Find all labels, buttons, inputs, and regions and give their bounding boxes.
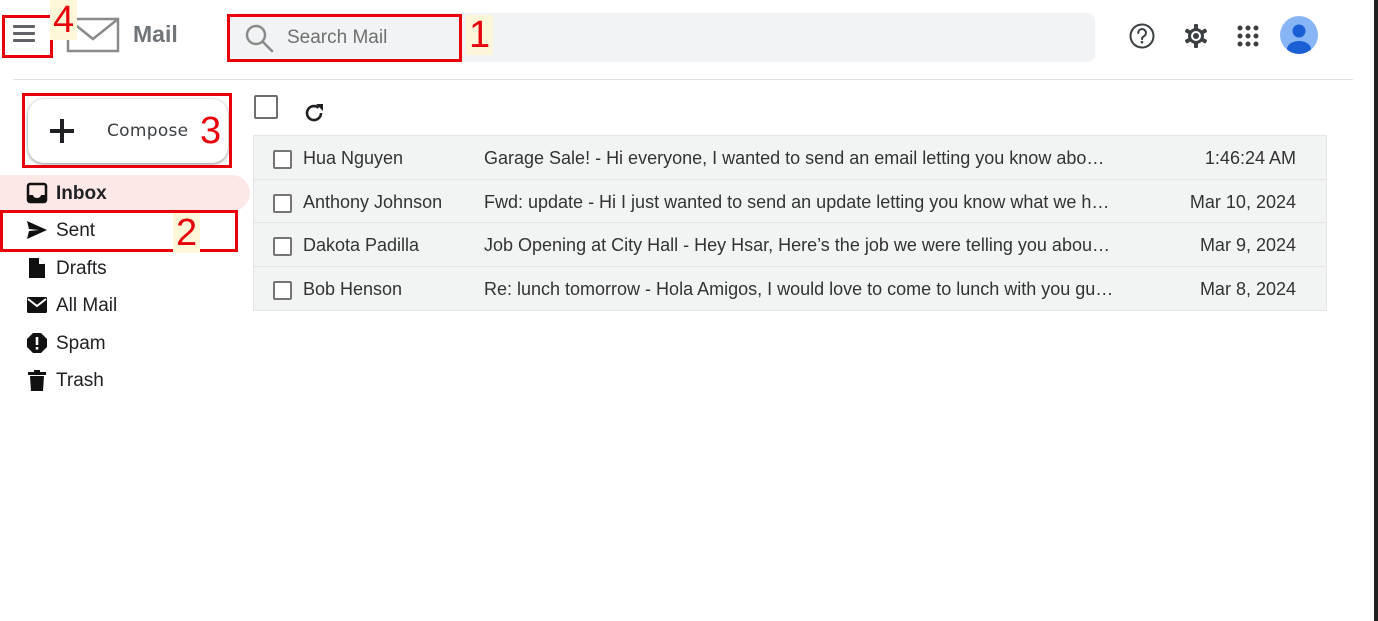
sidebar-item-all-mail[interactable]: All Mail bbox=[0, 287, 250, 323]
row-checkbox[interactable] bbox=[273, 150, 292, 169]
draft-icon bbox=[29, 258, 45, 278]
email-date: Mar 8, 2024 bbox=[1199, 278, 1296, 299]
sidebar-item-spam[interactable]: Spam bbox=[0, 325, 250, 361]
sidebar-item-label: All Mail bbox=[56, 295, 118, 316]
annotation-number-2: 2 bbox=[173, 213, 201, 253]
sidebar-item-inbox[interactable]: Inbox bbox=[0, 175, 250, 211]
email-sender: Anthony Johnson bbox=[303, 191, 443, 212]
email-sender: Bob Henson bbox=[303, 278, 403, 299]
app-title: Mail bbox=[133, 21, 178, 47]
window-edge bbox=[1374, 0, 1378, 621]
email-date: 1:46:24 AM bbox=[1204, 148, 1296, 168]
list-item[interactable]: Anthony Johnson Fwd: update - Hi I just … bbox=[254, 180, 1326, 223]
header-divider bbox=[13, 79, 1353, 80]
sidebar-item-label: Drafts bbox=[56, 258, 107, 279]
sidebar-item-drafts[interactable]: Drafts bbox=[0, 250, 250, 286]
annotation-number-1: 1 bbox=[466, 15, 494, 55]
sidebar-item-label: Trash bbox=[56, 370, 104, 391]
list-item[interactable]: Dakota Padilla Job Opening at City Hall … bbox=[254, 223, 1326, 267]
select-all-checkbox[interactable] bbox=[254, 95, 278, 119]
annotation-box-menu bbox=[2, 15, 53, 58]
annotation-number-4: 4 bbox=[50, 0, 78, 40]
mail-list: Hua Nguyen Garage Sale! - Hi everyone, I… bbox=[253, 135, 1327, 311]
list-item[interactable]: Hua Nguyen Garage Sale! - Hi everyone, I… bbox=[254, 136, 1326, 180]
list-item[interactable]: Bob Henson Re: lunch tomorrow - Hola Ami… bbox=[254, 267, 1326, 311]
avatar[interactable] bbox=[1280, 16, 1318, 54]
refresh-icon[interactable] bbox=[302, 101, 326, 125]
sidebar-item-trash[interactable]: Trash bbox=[0, 362, 250, 398]
annotation-number-3: 3 bbox=[200, 110, 222, 152]
annotation-box-search bbox=[227, 14, 462, 62]
email-subject: Garage Sale! - Hi everyone, I wanted to … bbox=[484, 148, 1114, 168]
email-date: Mar 9, 2024 bbox=[1199, 235, 1296, 255]
sidebar-item-label: Spam bbox=[56, 333, 106, 354]
gear-icon[interactable] bbox=[1180, 20, 1212, 52]
annotation-box-sent bbox=[0, 210, 238, 252]
inbox-icon bbox=[26, 182, 48, 204]
help-icon[interactable] bbox=[1126, 20, 1158, 52]
email-date: Mar 10, 2024 bbox=[1189, 191, 1296, 212]
row-checkbox[interactable] bbox=[273, 280, 292, 300]
apps-icon[interactable] bbox=[1232, 20, 1264, 52]
email-subject: Re: lunch tomorrow - Hola Amigos, I woul… bbox=[484, 278, 1114, 299]
envelope-icon bbox=[27, 297, 47, 313]
row-checkbox[interactable] bbox=[273, 193, 292, 213]
row-checkbox[interactable] bbox=[273, 237, 292, 256]
email-sender: Dakota Padilla bbox=[303, 235, 420, 255]
email-subject: Fwd: update - Hi I just wanted to send a… bbox=[484, 191, 1114, 212]
sidebar-item-label: Inbox bbox=[56, 183, 107, 204]
trash-icon bbox=[28, 370, 46, 391]
spam-icon bbox=[27, 333, 47, 353]
email-sender: Hua Nguyen bbox=[303, 148, 404, 168]
email-subject: Job Opening at City Hall - Hey Hsar, Her… bbox=[484, 235, 1114, 255]
